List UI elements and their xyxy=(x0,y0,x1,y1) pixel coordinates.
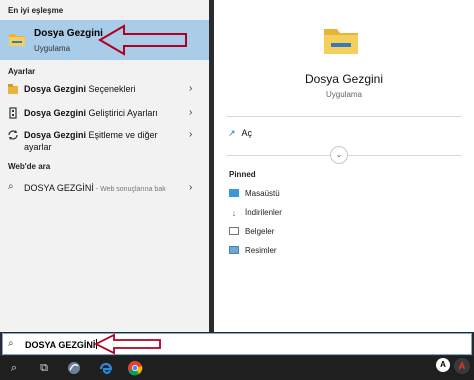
download-icon: ↓ xyxy=(231,208,237,218)
best-match-title: Dosya Gezgini xyxy=(34,28,103,39)
settings-header: Ayarlar xyxy=(8,67,36,76)
app-icon[interactable] xyxy=(66,360,82,376)
documents-icon xyxy=(229,227,239,235)
web-search-item[interactable]: ⌕ DOSYA GEZGİNİ - Web sonuçlarına bak › xyxy=(0,180,209,196)
sync-icon xyxy=(8,130,18,140)
folder-icon xyxy=(324,29,358,54)
settings-item-bold: Dosya Gezgini xyxy=(24,84,87,94)
chrome-icon[interactable] xyxy=(127,360,143,376)
web-search-header: Web'de ara xyxy=(8,162,51,171)
folder-icon xyxy=(9,34,25,46)
settings-item-bold: Dosya Gezgini xyxy=(24,130,87,140)
chevron-right-icon: › xyxy=(189,107,193,118)
divider xyxy=(226,116,462,117)
search-icon: ⌕ xyxy=(8,338,14,349)
pictures-icon xyxy=(229,246,239,254)
app-subtitle: Uygulama xyxy=(325,90,362,99)
app-title: Dosya Gezgini xyxy=(304,72,384,86)
open-action[interactable]: ↗ Aç xyxy=(228,128,252,139)
open-label: Aç xyxy=(241,128,253,138)
pinned-label: Masaüstü xyxy=(245,189,280,198)
chevron-right-icon: › xyxy=(189,83,193,94)
user-avatar-icon[interactable]: A xyxy=(436,358,450,372)
settings-item-rest: Seçenekleri xyxy=(86,84,136,94)
chevron-down-icon: ⌄ xyxy=(335,150,343,159)
settings-item-sync[interactable]: Dosya Gezgini Eşitleme ve diğer ayarlar … xyxy=(0,127,209,153)
open-icon: ↗ xyxy=(228,128,236,138)
search-icon[interactable]: ⌕ xyxy=(6,360,22,376)
pinned-header: Pinned xyxy=(229,170,256,179)
best-match-header: En iyi eşleşme xyxy=(8,6,64,15)
chevron-right-icon: › xyxy=(189,129,193,140)
settings-item-bold: Dosya Gezgini xyxy=(24,108,87,118)
expand-chevron-button[interactable]: ⌄ xyxy=(330,146,348,164)
annotation-arrow-icon xyxy=(94,333,161,355)
pinned-item-pictures[interactable]: Resimler xyxy=(229,246,277,255)
app-badge-icon[interactable]: A xyxy=(454,358,470,374)
best-match-subtitle: Uygulama xyxy=(34,44,71,53)
desktop-icon xyxy=(229,189,239,197)
developer-settings-icon xyxy=(9,107,17,119)
edge-icon[interactable] xyxy=(98,360,114,376)
pinned-label: Belgeler xyxy=(245,227,275,236)
pinned-item-downloads[interactable]: ↓ İndirilenler xyxy=(229,208,282,218)
app-preview-panel: Dosya Gezgini Uygulama ↗ Aç ⌄ Pinned Masa… xyxy=(214,0,474,332)
taskbar: ⌕ ⧉ A A xyxy=(0,356,474,380)
web-search-sub: - Web sonuçlarına bak xyxy=(93,186,166,193)
search-input[interactable]: DOSYA GEZGİNİ xyxy=(25,340,95,350)
search-box[interactable]: ⌕ DOSYA GEZGİNİ xyxy=(2,333,472,355)
task-view-icon[interactable]: ⧉ xyxy=(36,360,52,376)
pinned-label: Resimler xyxy=(245,246,277,255)
pinned-item-documents[interactable]: Belgeler xyxy=(229,227,274,236)
annotation-arrow-icon xyxy=(98,24,187,56)
settings-item-rest: Geliştirici Ayarları xyxy=(86,108,158,118)
chevron-right-icon: › xyxy=(189,182,193,193)
web-search-term: DOSYA GEZGİNİ xyxy=(24,183,94,193)
settings-item-developer[interactable]: Dosya Gezgini Geliştirici Ayarları › xyxy=(0,105,209,121)
settings-item-options[interactable]: Dosya Gezgini Seçenekleri › xyxy=(0,81,209,97)
pinned-label: İndirilenler xyxy=(245,208,282,217)
folder-options-icon xyxy=(8,84,18,94)
pinned-item-desktop[interactable]: Masaüstü xyxy=(229,189,280,198)
search-icon: ⌕ xyxy=(8,181,14,192)
